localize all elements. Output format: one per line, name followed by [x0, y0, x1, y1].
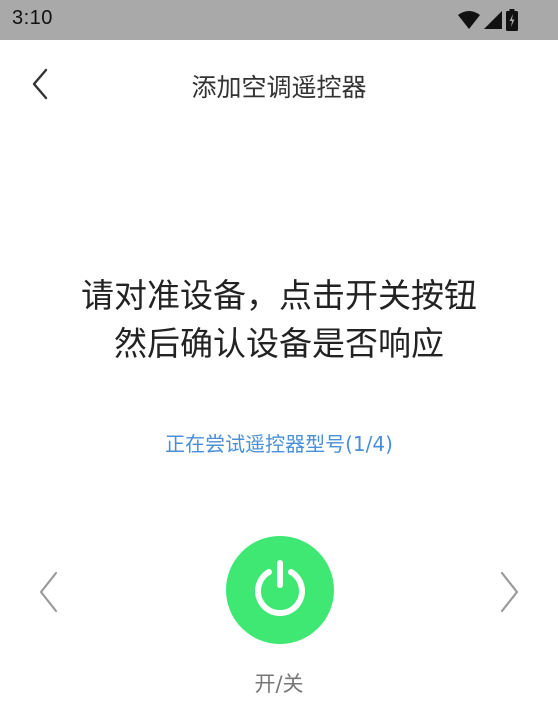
previous-model-button[interactable]	[28, 568, 68, 620]
wifi-icon	[458, 10, 480, 30]
battery-icon	[506, 9, 518, 31]
status-bar: 3:10	[0, 0, 558, 40]
status-time: 3:10	[12, 7, 53, 29]
instruction-line-2: 然后确认设备是否响应	[114, 324, 444, 363]
power-label: 开/关	[254, 672, 304, 696]
power-button[interactable]	[226, 536, 334, 644]
model-progress-text: 正在尝试遥控器型号(1/4)	[165, 432, 393, 456]
page-title: 添加空调遥控器	[191, 73, 367, 102]
power-icon	[249, 557, 311, 623]
chevron-left-icon	[37, 570, 59, 618]
next-model-button[interactable]	[490, 568, 530, 620]
instruction-line-1: 请对准设备，点击开关按钮	[81, 276, 477, 315]
status-icons	[458, 8, 518, 32]
cell-signal-icon	[484, 11, 502, 29]
chevron-right-icon	[499, 570, 521, 618]
instruction-text: 请对准设备，点击开关按钮 然后确认设备是否响应	[0, 272, 558, 368]
